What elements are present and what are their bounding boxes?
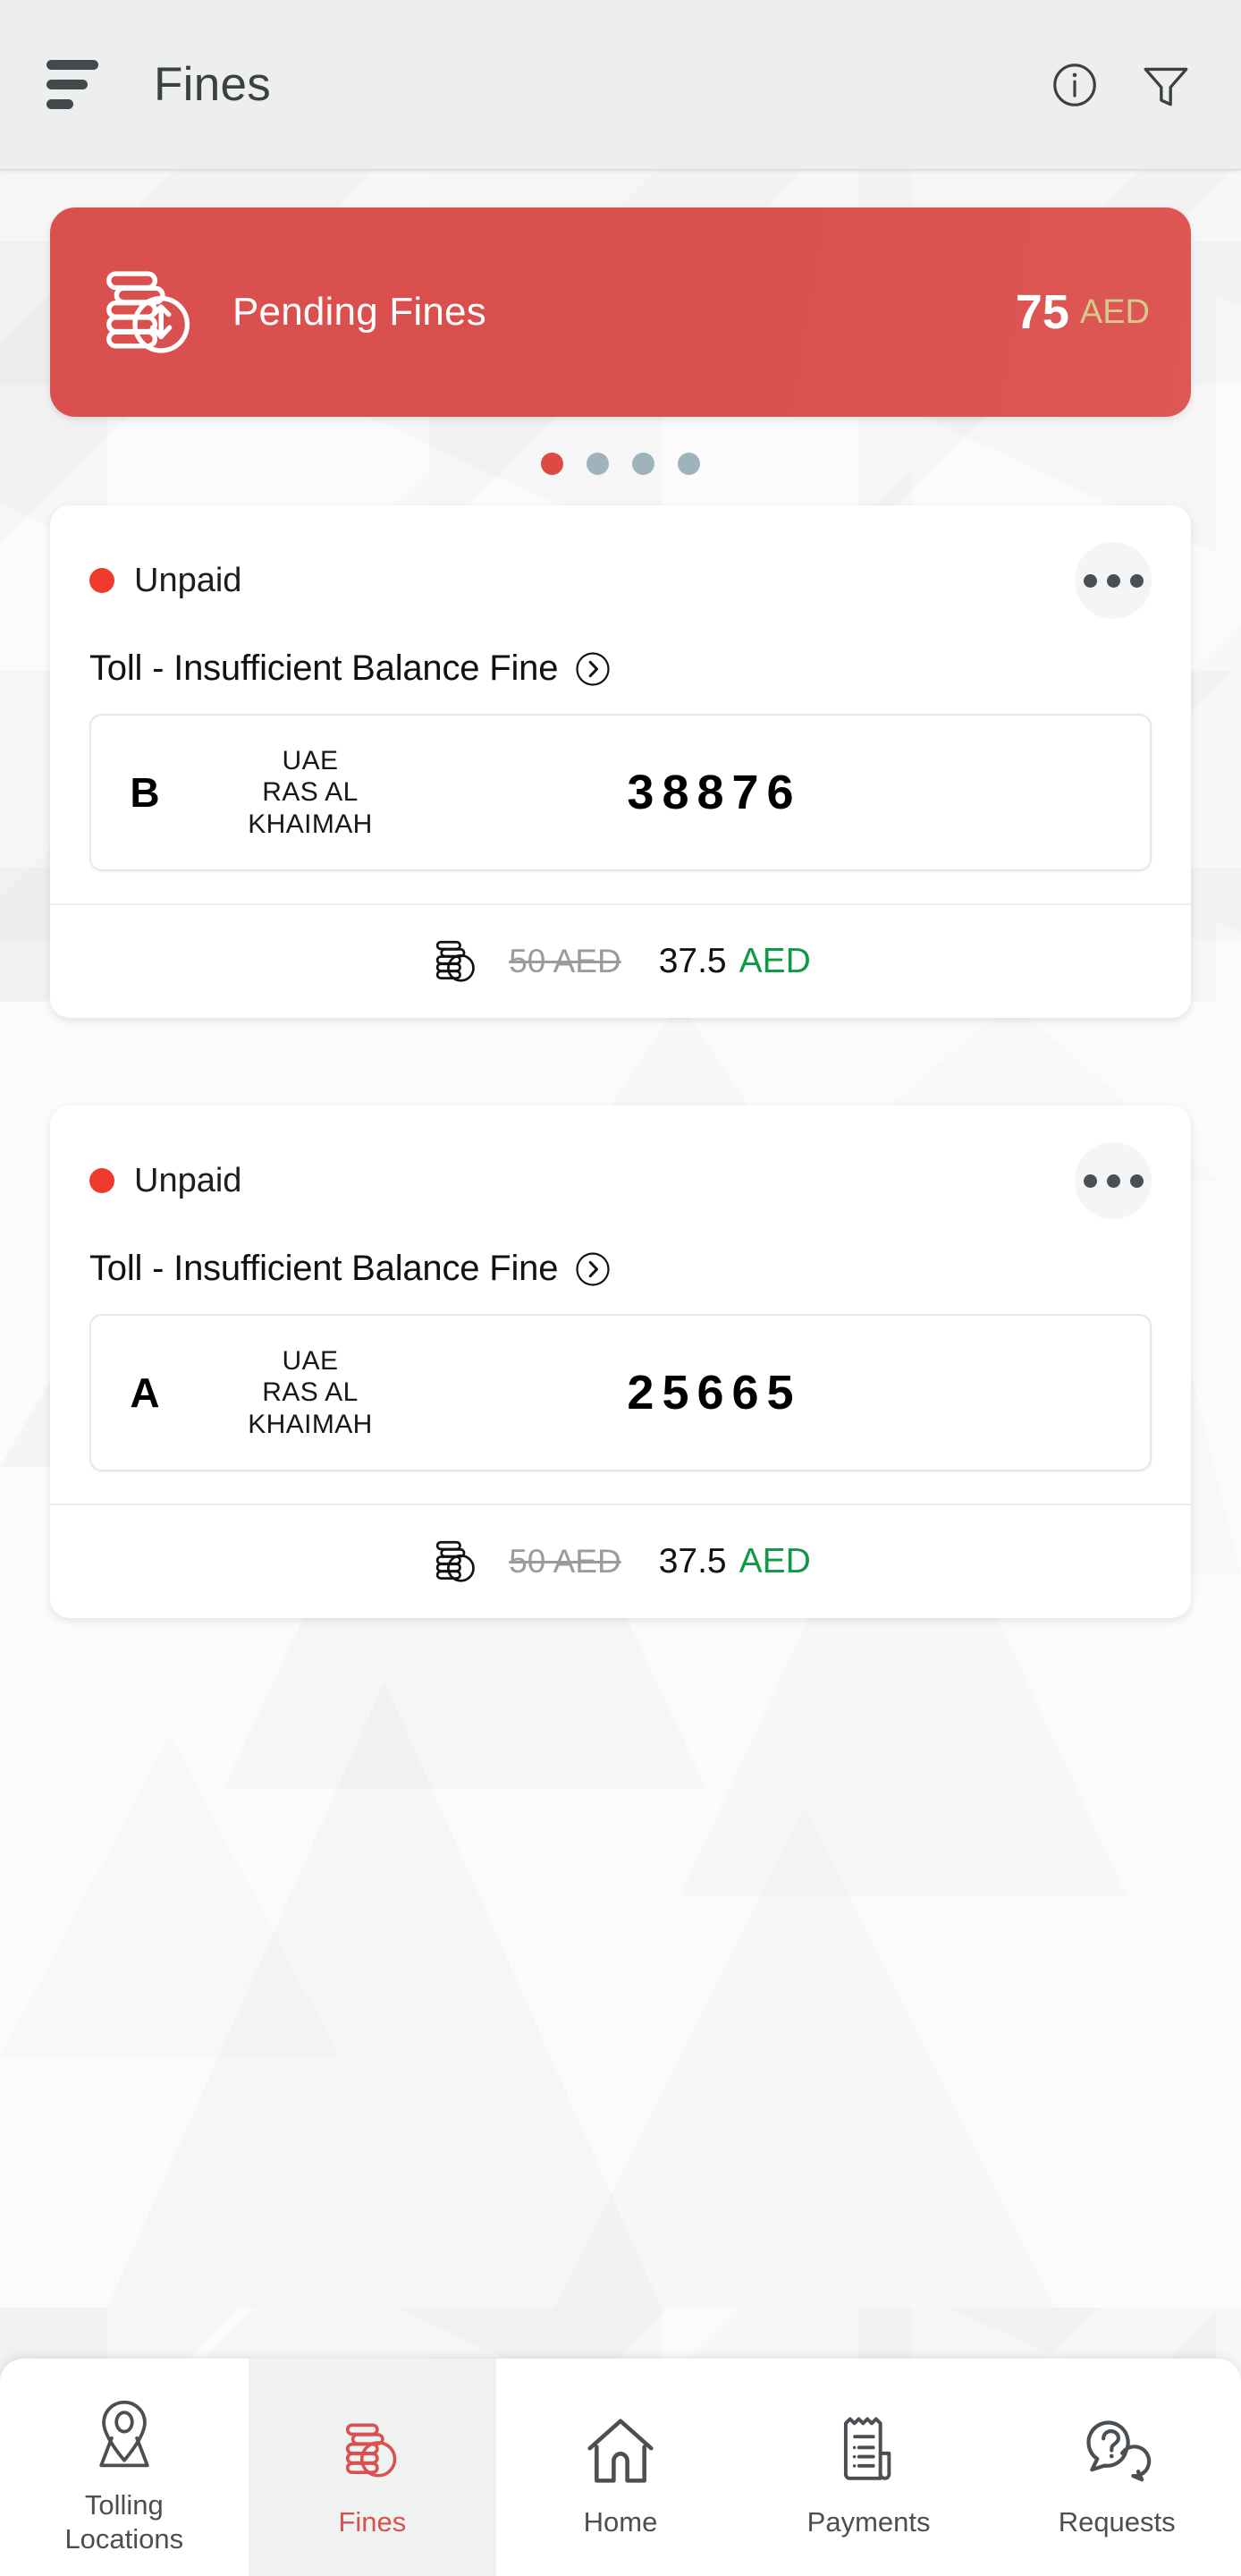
plate-country: UAE bbox=[282, 1345, 339, 1376]
fine-card-body: Unpaid Toll - Insufficient Balance Fine bbox=[50, 505, 1191, 871]
fine-card[interactable]: Unpaid Toll - Insufficient Balance Fine bbox=[50, 505, 1191, 1018]
more-dot-3 bbox=[1129, 573, 1144, 588]
nav-label-line-1: Fines bbox=[338, 2505, 407, 2538]
nav-item-requests[interactable]: Requests bbox=[992, 2359, 1241, 2576]
plate-country: UAE bbox=[282, 745, 339, 775]
fine-title-row[interactable]: Toll - Insufficient Balance Fine bbox=[89, 1249, 1152, 1289]
nav-label-home: Home bbox=[584, 2505, 658, 2539]
pagination-dot-4[interactable] bbox=[678, 453, 700, 475]
license-plate: A UAE RAS AL KHAIMAH 25665 bbox=[89, 1314, 1152, 1471]
plate-emirate-line-2: KHAIMAH bbox=[248, 1409, 373, 1439]
more-dot-1 bbox=[1083, 1174, 1097, 1188]
menu-line-3 bbox=[46, 99, 73, 109]
fine-price-row: 50 AED 37.5 AED bbox=[50, 1504, 1191, 1618]
nav-label-line-1: Requests bbox=[1058, 2505, 1176, 2538]
map-pin-icon bbox=[89, 2392, 159, 2478]
banner-amount: 75 bbox=[1015, 285, 1069, 339]
plate-emirate-line-1: RAS AL bbox=[262, 1377, 359, 1408]
nav-label-line-1: Tolling bbox=[84, 2488, 164, 2521]
more-options-icon[interactable] bbox=[1075, 542, 1152, 619]
fine-title: Toll - Insufficient Balance Fine bbox=[89, 1249, 559, 1288]
page-content: Pending Fines 75 AED Unpaid Toll - Insuf… bbox=[0, 170, 1241, 1618]
fine-status-row: Unpaid bbox=[89, 539, 1152, 622]
pagination-dot-2[interactable] bbox=[587, 453, 609, 475]
nav-label-line-1: Home bbox=[583, 2505, 658, 2538]
app-header: Fines bbox=[0, 0, 1241, 170]
fine-discounted-price: 37.5 bbox=[658, 942, 727, 980]
nav-item-tolling-locations[interactable]: Tolling Locations bbox=[0, 2359, 249, 2576]
banner-currency: AED bbox=[1079, 292, 1150, 331]
nav-label-fines: Fines bbox=[338, 2505, 406, 2539]
banner-label: Pending Fines bbox=[232, 290, 486, 334]
fine-original-price: 50 AED bbox=[509, 943, 621, 979]
coins-icon bbox=[430, 936, 482, 987]
license-plate: B UAE RAS AL KHAIMAH 38876 bbox=[89, 714, 1152, 871]
more-dot-3 bbox=[1129, 1174, 1144, 1188]
plate-region: UAE RAS AL KHAIMAH bbox=[198, 745, 422, 840]
plate-region: UAE RAS AL KHAIMAH bbox=[198, 1345, 422, 1440]
pending-fines-banner[interactable]: Pending Fines 75 AED bbox=[50, 208, 1191, 417]
nav-label-payments: Payments bbox=[807, 2505, 931, 2539]
nav-label-line-2: Locations bbox=[64, 2522, 184, 2555]
fines-list: Unpaid Toll - Insufficient Balance Fine bbox=[0, 505, 1241, 1618]
info-circle-icon[interactable] bbox=[1039, 49, 1110, 121]
chevron-right-circle-icon[interactable] bbox=[574, 650, 612, 688]
status-badge: Unpaid bbox=[134, 561, 242, 599]
bottom-navigation: Tolling Locations Fines Home Payments Re… bbox=[0, 2359, 1241, 2576]
fine-card-body: Unpaid Toll - Insufficient Balance Fine bbox=[50, 1106, 1191, 1471]
carousel-pagination bbox=[0, 417, 1241, 505]
app-root: Fines Pending Fines 75 AED Unpaid Toll -… bbox=[0, 0, 1241, 2576]
more-dot-1 bbox=[1083, 573, 1097, 588]
status-badge-dot bbox=[89, 568, 114, 593]
menu-line-1 bbox=[46, 60, 98, 70]
nav-label-requests: Requests bbox=[1059, 2505, 1176, 2539]
fine-title: Toll - Insufficient Balance Fine bbox=[89, 648, 559, 688]
nav-item-payments[interactable]: Payments bbox=[745, 2359, 993, 2576]
nav-label-line-1: Payments bbox=[806, 2505, 931, 2538]
menu-line-2 bbox=[46, 80, 88, 89]
nav-label-tolling-locations: Tolling Locations bbox=[64, 2488, 183, 2556]
hamburger-menu-icon[interactable] bbox=[46, 58, 104, 112]
fine-discounted-price: 37.5 bbox=[658, 1542, 727, 1580]
filter-funnel-icon[interactable] bbox=[1130, 49, 1202, 121]
nav-item-fines[interactable]: Fines bbox=[248, 2359, 497, 2576]
coins-icon bbox=[430, 1536, 482, 1588]
page-title: Fines bbox=[154, 58, 272, 111]
home-icon bbox=[583, 2409, 658, 2495]
receipt-icon bbox=[837, 2409, 901, 2495]
fine-price-currency: AED bbox=[739, 1542, 811, 1580]
coins-icon bbox=[338, 2409, 406, 2495]
nav-item-home[interactable]: Home bbox=[496, 2359, 745, 2576]
pagination-dot-1[interactable] bbox=[541, 453, 563, 475]
plate-letter: A bbox=[130, 1369, 160, 1416]
fine-status-row: Unpaid bbox=[89, 1140, 1152, 1222]
fine-original-price: 50 AED bbox=[509, 1543, 621, 1580]
coins-exchange-icon bbox=[97, 263, 195, 361]
fine-price-row: 50 AED 37.5 AED bbox=[50, 903, 1191, 1018]
more-dot-2 bbox=[1106, 573, 1120, 588]
more-dot-2 bbox=[1106, 1174, 1120, 1188]
fine-card[interactable]: Unpaid Toll - Insufficient Balance Fine bbox=[50, 1106, 1191, 1618]
pagination-dot-3[interactable] bbox=[632, 453, 654, 475]
pending-fines-banner-wrap: Pending Fines 75 AED bbox=[0, 170, 1241, 417]
plate-number: 25665 bbox=[627, 1366, 802, 1419]
plate-emirate-line-2: KHAIMAH bbox=[248, 809, 373, 839]
fine-price-currency: AED bbox=[739, 942, 811, 980]
status-badge: Unpaid bbox=[134, 1161, 242, 1199]
question-chat-icon bbox=[1079, 2409, 1154, 2495]
status-badge-dot bbox=[89, 1168, 114, 1193]
more-options-icon[interactable] bbox=[1075, 1142, 1152, 1219]
chevron-right-circle-icon[interactable] bbox=[574, 1250, 612, 1288]
plate-letter: B bbox=[130, 769, 160, 816]
fine-title-row[interactable]: Toll - Insufficient Balance Fine bbox=[89, 648, 1152, 689]
plate-emirate-line-1: RAS AL bbox=[262, 777, 359, 808]
plate-number: 38876 bbox=[627, 766, 802, 819]
